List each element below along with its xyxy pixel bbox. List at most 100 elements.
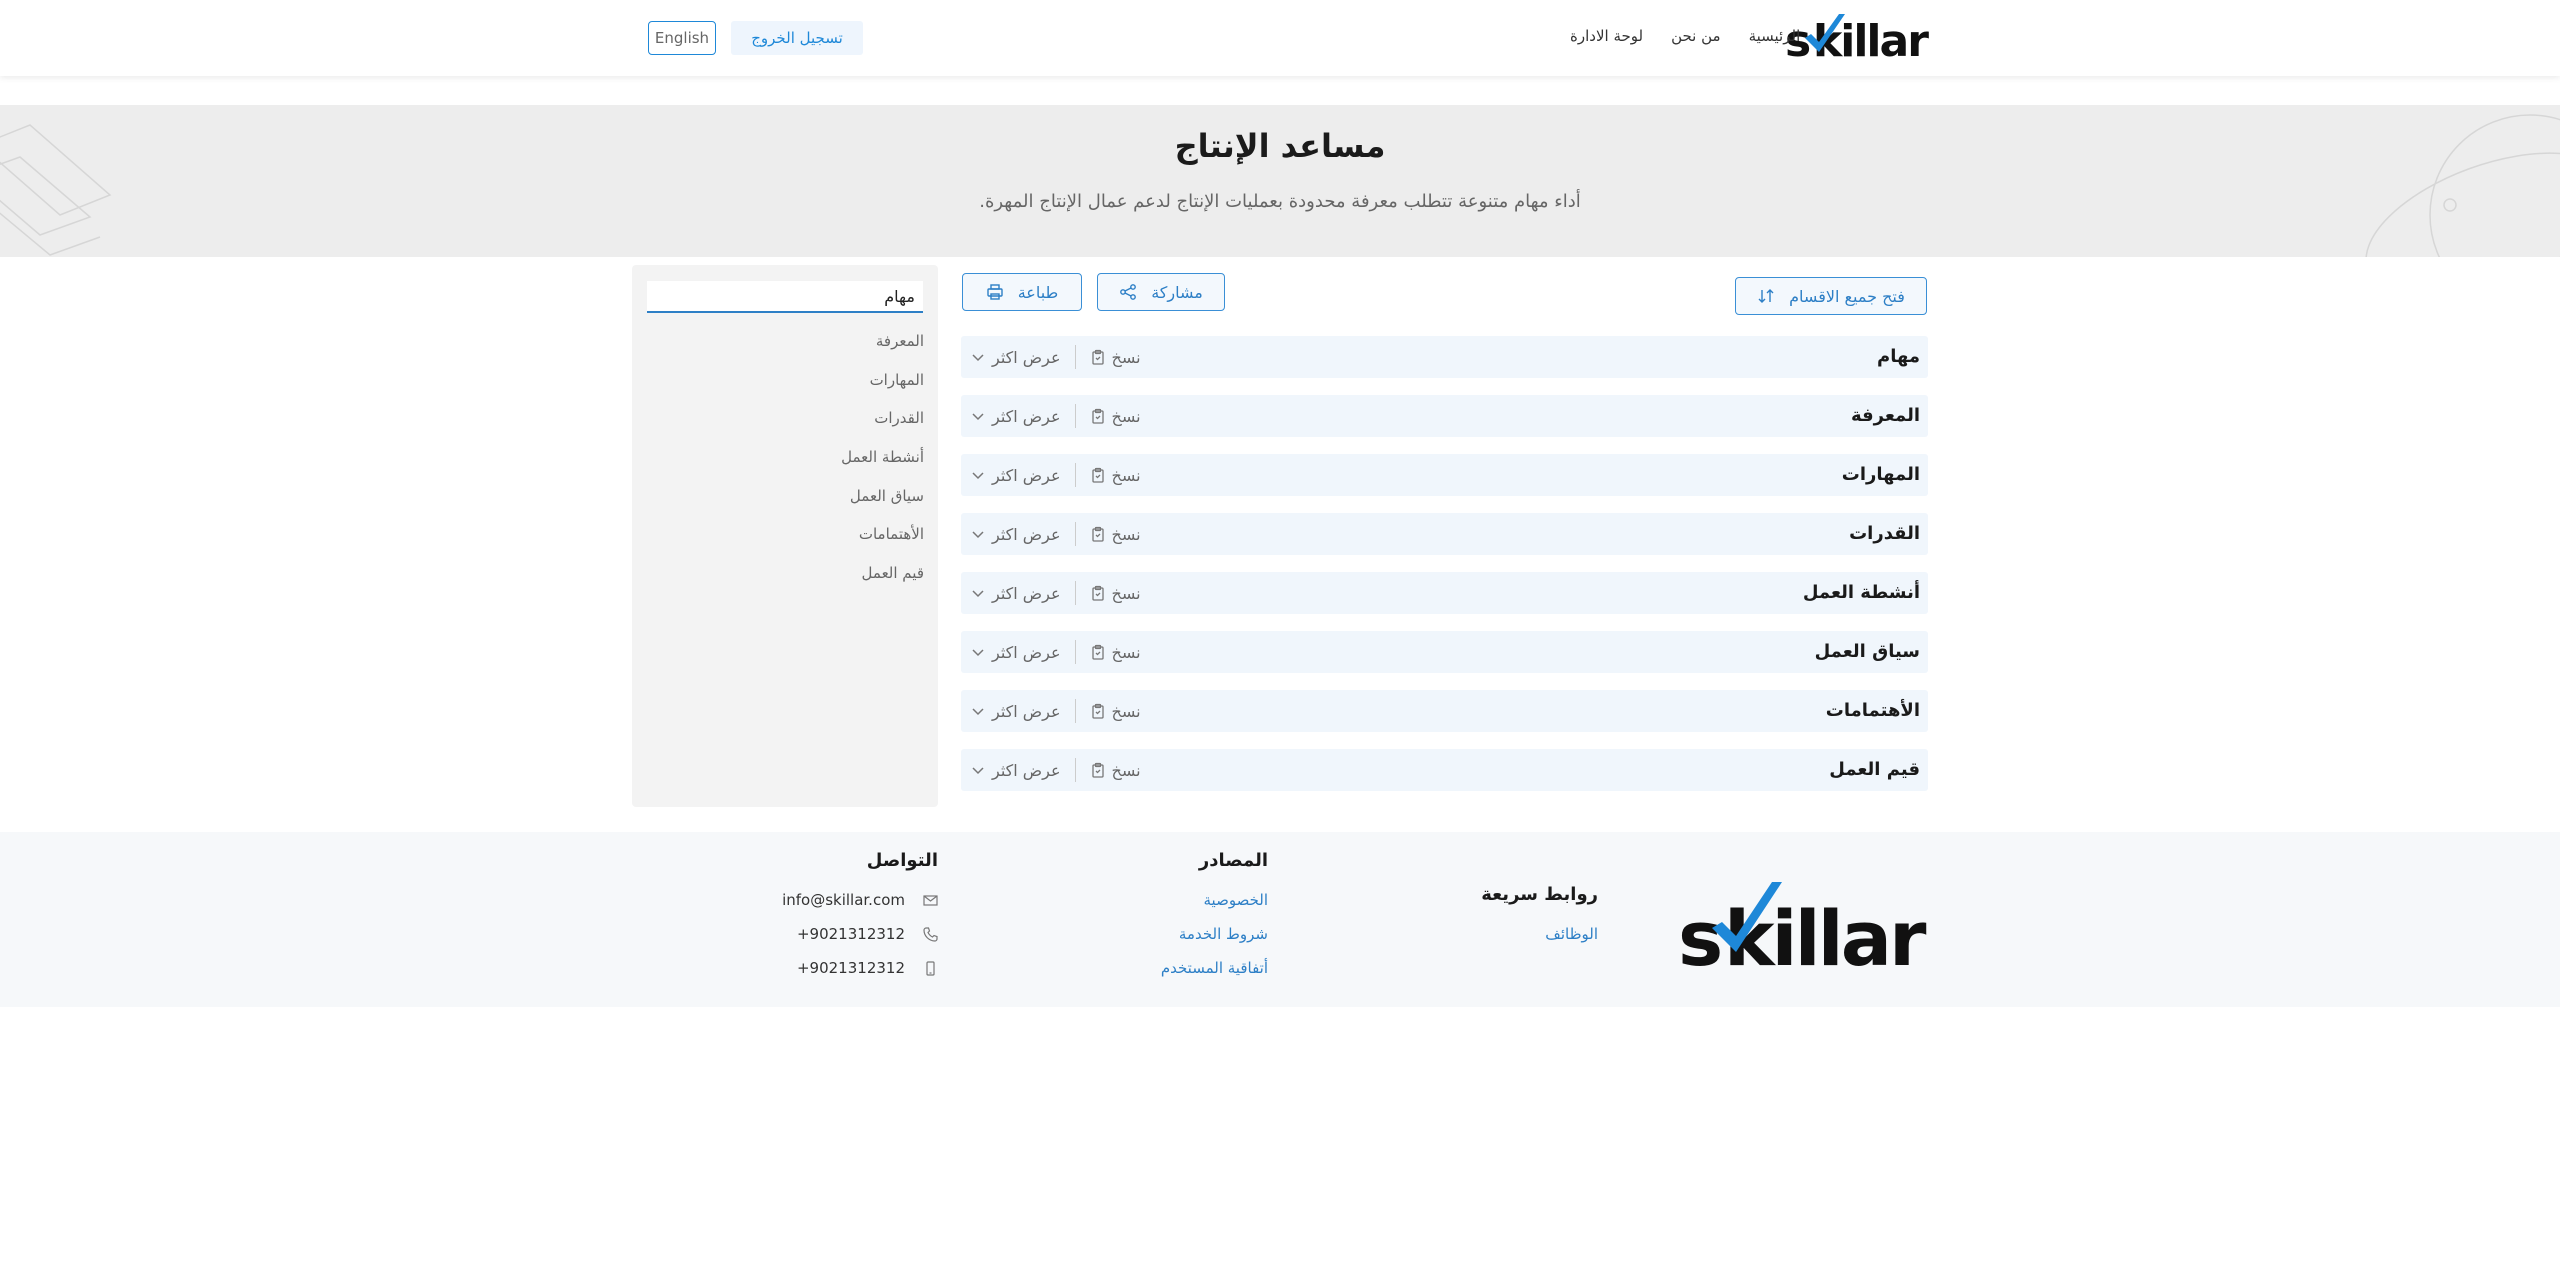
print-label: طباعة [1017,282,1059,302]
section-row[interactable]: المهارات عرض اكثر نسخ [961,454,1928,496]
copy-button[interactable]: نسخ [1090,466,1141,485]
section-row[interactable]: أنشطة العمل عرض اكثر نسخ [961,572,1928,614]
copy-button[interactable]: نسخ [1090,348,1141,367]
show-more-label: عرض اكثر [992,347,1061,367]
show-more-button[interactable]: عرض اكثر [970,702,1061,721]
show-more-label: عرض اكثر [992,583,1061,603]
footer-link-user-agreement[interactable]: أتفاقية المستخدم [1161,959,1268,977]
section-controls: عرض اكثر نسخ [970,572,1141,614]
section-row[interactable]: الأهتمامات عرض اكثر نسخ [961,690,1928,732]
divider [1074,699,1076,723]
sidebar-item-abilities[interactable]: القدرات [874,409,924,427]
section-controls: عرض اكثر نسخ [970,513,1141,555]
share-icon [1120,284,1137,300]
show-more-button[interactable]: عرض اكثر [970,348,1061,367]
section-row[interactable]: مهام عرض اكثر نسخ [961,336,1928,378]
show-more-button[interactable]: عرض اكثر [970,643,1061,662]
chevron-down-icon [972,531,984,539]
clipboard-icon [1091,703,1104,719]
section-title: المعرفة [1850,405,1920,426]
main-nav: الرئيسية من نحن لوحة الادارة [1570,27,1800,45]
nav-about[interactable]: من نحن [1671,27,1721,45]
chevron-down-icon [972,354,984,362]
nav-home[interactable]: الرئيسية [1749,27,1801,45]
copy-button[interactable]: نسخ [1090,525,1141,544]
divider [1074,463,1076,487]
clipboard-icon [1091,467,1104,483]
sidebar-item-knowledge[interactable]: المعرفة [876,332,924,350]
page-footer: s killar روابط سريعة الوظائف المصادر الخ… [0,832,2560,1007]
clipboard-icon [1091,585,1104,601]
show-more-label: عرض اكثر [992,465,1061,485]
show-more-button[interactable]: عرض اكثر [970,525,1061,544]
sort-icon [1758,289,1774,303]
chevron-down-icon [972,649,984,657]
quick-links-title: روابط سريعة [1481,884,1598,905]
section-title: أنشطة العمل [1802,582,1920,603]
copy-label: نسخ [1111,583,1141,603]
footer-link-privacy[interactable]: الخصوصية [1204,891,1268,909]
footer-mobile[interactable]: +9021312312 [797,959,938,977]
divider [1074,522,1076,546]
show-more-label: عرض اكثر [992,642,1061,662]
section-row[interactable]: سياق العمل عرض اكثر نسخ [961,631,1928,673]
section-title: سياق العمل [1814,641,1920,662]
sidebar-item-interests[interactable]: الأهتمامات [859,525,924,543]
section-controls: عرض اكثر نسخ [970,749,1141,791]
show-more-button[interactable]: عرض اكثر [970,466,1061,485]
section-controls: عرض اكثر نسخ [970,631,1141,673]
share-button[interactable]: مشاركة [1097,273,1225,311]
section-controls: عرض اكثر نسخ [970,395,1141,437]
section-row[interactable]: القدرات عرض اكثر نسخ [961,513,1928,555]
footer-logo-mark: s killar [1678,882,1928,980]
clipboard-icon [1091,762,1104,778]
copy-label: نسخ [1111,642,1141,662]
copy-button[interactable]: نسخ [1090,761,1141,780]
show-more-label: عرض اكثر [992,760,1061,780]
show-more-button[interactable]: عرض اكثر [970,761,1061,780]
show-more-label: عرض اكثر [992,701,1061,721]
show-more-button[interactable]: عرض اكثر [970,407,1061,426]
footer-link-terms[interactable]: شروط الخدمة [1179,925,1268,943]
page-title: مساعد الإنتاج [1174,127,1386,165]
sidebar-item-skills[interactable]: المهارات [870,371,924,389]
show-more-button[interactable]: عرض اكثر [970,584,1061,603]
print-button[interactable]: طباعة [962,273,1082,311]
expand-all-button[interactable]: فتح جميع الاقسام [1735,277,1927,315]
section-controls: عرض اكثر نسخ [970,336,1141,378]
sidebar-search-input[interactable] [647,281,923,313]
footer-phone[interactable]: +9021312312 [797,925,938,943]
share-label: مشاركة [1151,282,1203,302]
sidebar-item-work-context[interactable]: سياق العمل [850,487,924,505]
divider [1074,758,1076,782]
footer-logo[interactable]: s killar [1678,870,1928,980]
sidebar-item-work-activities[interactable]: أنشطة العمل [841,448,924,466]
svg-text:s: s [1678,894,1720,980]
copy-button[interactable]: نسخ [1090,702,1141,721]
footer-mobile-text: +9021312312 [796,959,905,977]
copy-button[interactable]: نسخ [1090,643,1141,662]
svg-text:killar: killar [1724,894,1927,980]
section-controls: عرض اكثر نسخ [970,454,1141,496]
copy-button[interactable]: نسخ [1090,407,1141,426]
section-row[interactable]: قيم العمل عرض اكثر نسخ [961,749,1928,791]
printer-icon [987,284,1003,300]
logout-button[interactable]: تسجيل الخروج [731,21,863,55]
clipboard-icon [1091,408,1104,424]
footer-link-jobs[interactable]: الوظائف [1545,925,1598,943]
language-toggle-button[interactable]: English [648,21,716,55]
divider [1074,640,1076,664]
section-row[interactable]: المعرفة عرض اكثر نسخ [961,395,1928,437]
divider [1074,581,1076,605]
sidebar-nav: المعرفة المهارات القدرات أنشطة العمل سيا… [632,265,938,807]
clipboard-icon [1091,349,1104,365]
sidebar-item-work-values[interactable]: قيم العمل [862,564,924,582]
footer-email[interactable]: info@skillar.com [782,891,938,909]
copy-button[interactable]: نسخ [1090,584,1141,603]
section-title: الأهتمامات [1825,700,1920,721]
copy-label: نسخ [1111,406,1141,426]
divider [1074,345,1076,369]
page-subtitle: أداء مهام متنوعة تتطلب معرفة محدودة بعمل… [979,191,1581,212]
skillar-logo[interactable]: s killar [1785,8,1940,64]
nav-dashboard[interactable]: لوحة الادارة [1570,27,1643,45]
